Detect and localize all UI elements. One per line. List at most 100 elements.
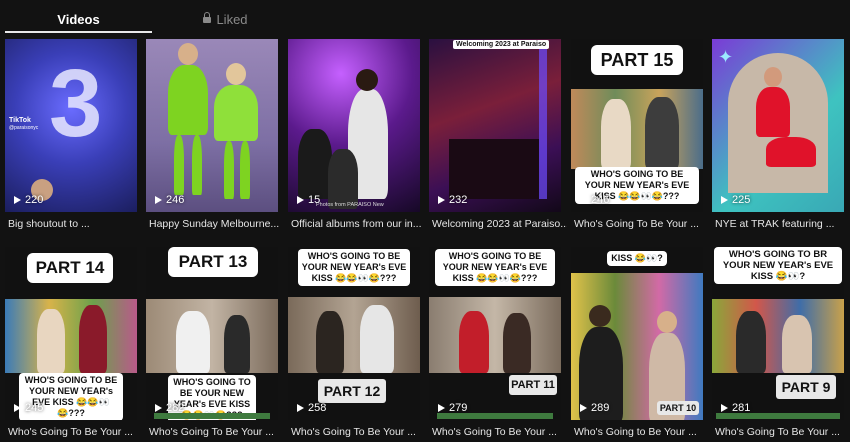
graffiti-scene [5,299,137,373]
play-icon [297,196,304,204]
video-caption: Official albums from our in... [291,218,422,230]
person-graphic [298,129,332,199]
person-graphic [224,141,234,199]
video-thumbnail[interactable]: WHO'S GOING TO BE YOUR NEW YEAR's EVE KI… [288,247,420,420]
play-icon [580,404,587,412]
view-count: 15 [297,194,320,206]
graffiti-scene [571,273,703,420]
person-graphic [316,311,344,373]
video-caption: Who's Going To Be Your ... [574,218,699,230]
video-thumbnail[interactable]: WHO'S GOING TO BR YOUR NEW YEAR's EVE KI… [712,247,844,420]
play-icon [438,404,445,412]
play-icon [721,196,728,204]
person-graphic [226,63,246,85]
video-thumbnail[interactable]: WHO'S GOING TO BE YOUR NEW YEAR's EVE KI… [429,247,561,420]
video-caption: Big shoutout to ... [8,218,90,230]
video-caption: Who's Going To Be Your ... [432,426,557,438]
play-icon [297,404,304,412]
video-thumbnail[interactable]: KISS 😂👀? PART 10 289 [571,247,703,420]
tab-videos[interactable]: Videos [5,0,152,32]
view-count-text: 281 [732,402,751,414]
person-graphic [645,97,679,169]
video-thumbnail[interactable]: ✦ 225 [712,39,844,212]
view-count: 282 [155,402,184,414]
view-count-text: 245 [25,402,44,414]
person-graphic [589,305,611,327]
part-label: PART 11 [509,375,557,395]
video-caption: Who's Going to Be Your ... [574,426,697,438]
part-label: PART 10 [657,401,699,415]
view-count-text: 220 [25,194,44,206]
video-thumbnail[interactable]: 246 [146,39,278,212]
video-thumbnail[interactable]: PART 14 WHO'S GOING TO BE YOUR NEW YEAR'… [5,247,137,420]
graffiti-scene [571,89,703,169]
person-graphic [360,305,394,373]
person-graphic [657,311,677,333]
light-beam-graphic [539,49,547,199]
photo-credit: Photos from PARAISO New [316,202,384,208]
view-count: 246 [580,194,609,206]
play-icon [155,404,162,412]
person-graphic [736,311,766,373]
view-count-text: 258 [308,402,327,414]
video-caption: Happy Sunday Melbourne... [149,218,280,230]
play-icon [721,404,728,412]
video-caption: Who's Going To Be Your ... [715,426,840,438]
view-count-text: 282 [166,402,185,414]
profile-tabs: Videos Liked [0,0,850,34]
person-graphic [174,135,184,195]
video-thumbnail[interactable]: PART 15 WHO'S GOING TO BE YOUR NEW YEAR'… [571,39,703,212]
person-graphic [214,85,258,141]
person-graphic [178,43,198,65]
video-caption: Welcoming 2023 at Paraiso... [432,218,567,230]
person-graphic [192,135,202,195]
person-graphic [601,99,631,169]
person-graphic [503,313,531,373]
view-count-text: 279 [449,402,468,414]
stage-graphic [449,139,539,199]
watermark-text: TikTok [9,117,31,124]
play-icon [438,196,445,204]
video-thumbnail[interactable]: 3 TikTok @paraisonyc 220 [5,39,137,212]
tab-liked[interactable]: Liked [152,0,299,32]
part-label: PART 13 [168,247,258,277]
view-count: 232 [438,194,467,206]
view-count: 220 [14,194,43,206]
question-overlay: WHO'S GOING TO BE YOUR NEW YEAR's EVE KI… [298,249,410,286]
play-icon [580,196,587,204]
view-count-text: 15 [308,194,321,206]
tab-liked-label: Liked [216,12,248,27]
question-overlay: WHO'S GOING TO BR YOUR NEW YEAR's EVE KI… [714,247,842,284]
question-overlay: WHO'S GOING TO BE YOUR NEW YEAR's EVE KI… [435,249,555,286]
view-count-text: 289 [591,402,610,414]
video-caption: NYE at TRAK featuring ... [715,218,835,230]
video-thumbnail[interactable]: Welcoming 2023 at Paraiso 232 [429,39,561,212]
person-graphic [764,67,782,87]
tab-videos-label: Videos [57,12,100,27]
thumbnail-overlay-text: Welcoming 2023 at Paraiso [453,40,550,49]
view-count: 245 [14,402,43,414]
watermark-handle: @paraisonyc [9,125,39,131]
sparkle-icon: ✦ [718,47,734,67]
person-graphic [328,149,358,209]
street-scene [288,297,420,373]
view-count-text: 232 [449,194,468,206]
person-graphic [79,305,107,373]
view-count: 258 [297,402,326,414]
video-thumbnail[interactable]: PART 13 WHO'S GOING TO BE YOUR NEW YEAR'… [146,247,278,420]
video-caption: Who's Going To Be Your ... [8,426,133,438]
play-icon [155,196,162,204]
person-graphic [782,315,812,373]
person-graphic [168,65,208,135]
person-graphic [756,87,790,137]
person-graphic [240,141,250,199]
street-scene [146,299,278,373]
view-count: 246 [155,194,184,206]
person-graphic [459,311,489,373]
video-thumbnail[interactable]: Photos from PARAISO New 15 [288,39,420,212]
person-graphic [356,69,378,91]
person-graphic [176,311,210,373]
video-caption: Who's Going To Be Your ... [291,426,416,438]
person-graphic [224,315,250,373]
play-icon [14,196,21,204]
